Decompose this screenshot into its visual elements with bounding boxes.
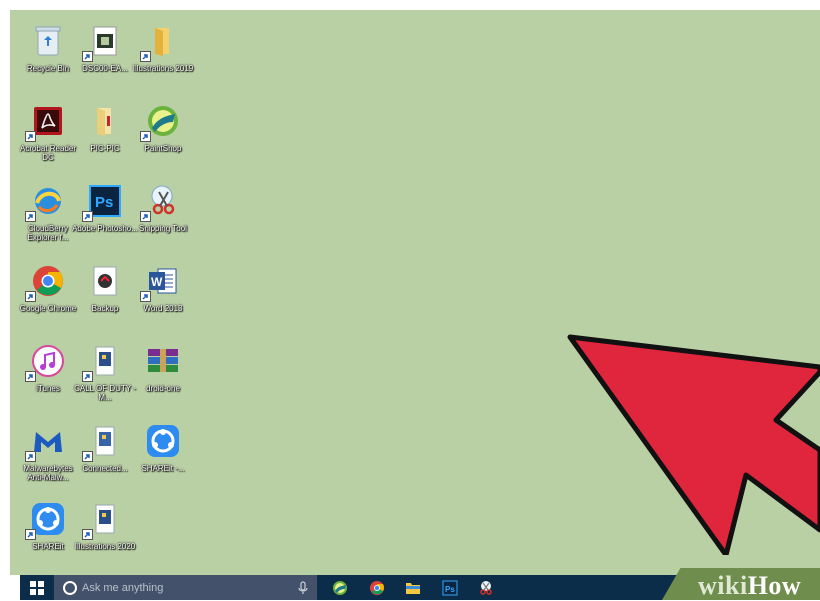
recycle-bin-icon <box>29 22 67 60</box>
shortcut-arrow-icon <box>82 529 93 540</box>
scissors-icon <box>140 182 182 222</box>
icon-label: CALL OF DUTY - M... <box>74 384 136 402</box>
icon-label: SHAREit -... <box>141 464 185 473</box>
photoshop-icon: Ps <box>82 182 124 222</box>
shortcut-arrow-icon <box>82 211 93 222</box>
shortcut-arrow-icon <box>25 529 36 540</box>
document-icon <box>82 500 124 540</box>
taskbar-paintshop[interactable] <box>330 578 350 597</box>
desktop-icon-illustrations-2020[interactable]: Illustrations 2020 <box>72 498 138 570</box>
icon-label: DSC00-EA... <box>82 64 128 73</box>
desktop-icon-word-2013[interactable]: W Word 2013 <box>130 260 196 332</box>
paintshop-icon <box>140 102 182 142</box>
shortcut-arrow-icon <box>25 451 36 462</box>
logo-how: How <box>747 571 802 600</box>
folder-icon <box>140 22 182 62</box>
shortcut-arrow-icon <box>140 211 151 222</box>
svg-text:W: W <box>151 275 163 289</box>
shortcut-arrow-icon <box>140 131 151 142</box>
malwarebytes-icon <box>25 422 67 462</box>
cloudberry-icon <box>25 182 67 222</box>
desktop-icon-pic-pic[interactable]: PIC-PIC <box>72 100 138 172</box>
shortcut-arrow-icon <box>25 131 36 142</box>
icon-label: Backup <box>91 304 119 313</box>
itunes-icon <box>25 342 67 382</box>
windows-logo-icon <box>30 580 44 595</box>
icon-label: Illustrations 2020 <box>74 542 136 551</box>
icon-label: Word 2013 <box>143 304 183 313</box>
cortana-circle-icon <box>63 581 77 595</box>
chrome-icon <box>25 262 67 302</box>
desktop-icon-shareit-shortcut[interactable]: SHAREit -... <box>130 420 196 492</box>
icon-label: Snipping Tool <box>139 224 187 233</box>
taskbar-chrome[interactable] <box>367 578 387 597</box>
paintshop-icon <box>333 580 347 595</box>
red-pointer-arrow-icon <box>567 334 820 555</box>
shortcut-arrow-icon <box>25 291 36 302</box>
archive-icon <box>144 342 182 380</box>
icon-label: Connected... <box>82 464 128 473</box>
icon-label: droid-one <box>146 384 180 393</box>
word-icon: W <box>140 262 182 302</box>
desktop-icon-illustrations-2019[interactable]: Illustrations 2019 <box>130 20 196 92</box>
shareit-icon <box>25 500 67 540</box>
document-icon <box>82 422 124 462</box>
folder-icon <box>406 582 420 594</box>
icon-label: Adobe Photosho... <box>72 224 138 233</box>
chrome-icon <box>370 580 384 595</box>
desktop: Recycle Bin DSC00-EA... Illustrations 20… <box>10 10 820 575</box>
start-button[interactable] <box>20 575 54 600</box>
image-file-icon <box>82 22 124 62</box>
shortcut-arrow-icon <box>140 51 151 62</box>
search-placeholder: Ask me anything <box>82 582 164 594</box>
shortcut-arrow-icon <box>82 371 93 382</box>
shareit-icon <box>144 422 182 460</box>
shortcut-arrow-icon <box>140 291 151 302</box>
shortcut-arrow-icon <box>25 371 36 382</box>
desktop-icon-connected[interactable]: Connected... <box>72 420 138 492</box>
scissors-icon <box>480 580 492 595</box>
svg-text:Ps: Ps <box>95 194 113 211</box>
logo-wiki: wiki <box>698 571 748 600</box>
shortcut-arrow-icon <box>82 51 93 62</box>
shortcut-arrow-icon <box>25 211 36 222</box>
desktop-icon-snipping-tool[interactable]: Snipping Tool <box>130 180 196 252</box>
shortcut-arrow-icon <box>82 451 93 462</box>
desktop-icon-backup[interactable]: Backup <box>72 260 138 332</box>
taskbar-file-explorer[interactable] <box>403 578 423 597</box>
icon-label: PaintShop <box>144 144 182 153</box>
photoshop-icon: Ps <box>442 580 458 595</box>
svg-text:Ps: Ps <box>445 585 455 594</box>
taskbar-snipping-tool[interactable] <box>476 578 496 597</box>
desktop-icon-droid-one[interactable]: droid-one <box>130 340 196 412</box>
microphone-icon[interactable] <box>298 581 308 595</box>
taskbar-photoshop[interactable]: Ps <box>440 578 460 597</box>
backup-icon <box>86 262 124 300</box>
desktop-icon-photoshop[interactable]: Ps Adobe Photosho... <box>72 180 138 252</box>
desktop-icon-dsc-file[interactable]: DSC00-EA... <box>72 20 138 92</box>
document-icon <box>82 342 124 382</box>
icon-label: PIC-PIC <box>90 144 120 153</box>
wikihow-logo: wikiHow <box>698 571 801 601</box>
acrobat-icon <box>25 102 67 142</box>
desktop-icon-call-of-duty[interactable]: CALL OF DUTY - M... <box>72 340 138 412</box>
desktop-icon-paintshop[interactable]: PaintShop <box>130 100 196 172</box>
folder-icon <box>86 102 124 140</box>
icon-label: Illustrations 2019 <box>132 64 194 73</box>
search-input[interactable]: Ask me anything <box>54 575 317 600</box>
